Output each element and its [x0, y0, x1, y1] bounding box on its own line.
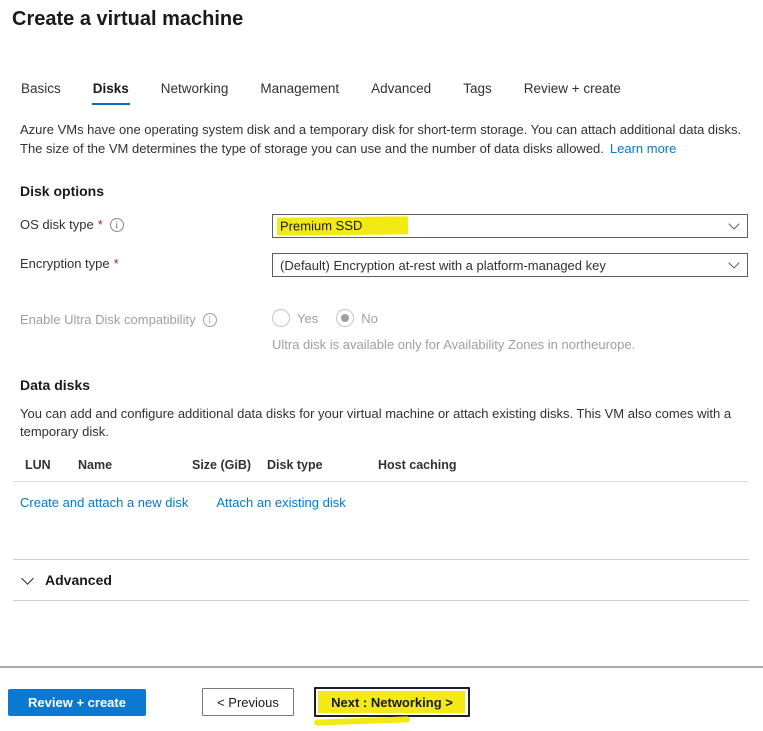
- radio-yes-circle[interactable]: [272, 309, 290, 327]
- radio-no[interactable]: No: [336, 309, 378, 327]
- review-create-button[interactable]: Review + create: [8, 689, 146, 716]
- radio-yes[interactable]: Yes: [272, 309, 318, 327]
- ultra-disk-radio-group: Yes No: [272, 309, 378, 327]
- highlight-smear: [314, 716, 410, 725]
- os-disk-type-row: OS disk type * i Premium SSD: [20, 214, 763, 238]
- radio-no-label: No: [361, 311, 378, 326]
- column-header-size: Size (GiB): [192, 458, 267, 472]
- data-disks-table-header: LUN Name Size (GiB) Disk type Host cachi…: [20, 458, 763, 481]
- table-divider: [13, 481, 749, 482]
- tab-review-create[interactable]: Review + create: [523, 81, 622, 105]
- page-title: Create a virtual machine: [12, 8, 763, 31]
- tab-disks[interactable]: Disks: [92, 81, 130, 105]
- os-disk-type-select[interactable]: Premium SSD: [272, 214, 748, 238]
- next-networking-button[interactable]: Next : Networking >: [314, 687, 470, 717]
- data-disks-links: Create and attach a new disk Attach an e…: [20, 495, 763, 510]
- ultra-disk-row: Enable Ultra Disk compatibility i Yes No: [20, 309, 763, 327]
- previous-button[interactable]: < Previous: [202, 688, 294, 716]
- data-disks-heading: Data disks: [20, 377, 763, 393]
- next-button-label: Next : Networking >: [331, 695, 453, 710]
- encryption-type-row: Encryption type * (Default) Encryption a…: [20, 253, 763, 277]
- tab-bar: Basics Disks Networking Management Advan…: [20, 81, 763, 105]
- tab-advanced[interactable]: Advanced: [370, 81, 432, 105]
- encryption-type-select[interactable]: (Default) Encryption at-rest with a plat…: [272, 253, 748, 277]
- tab-networking[interactable]: Networking: [160, 81, 230, 105]
- footer-button-bar: Review + create < Previous Next : Networ…: [8, 687, 763, 717]
- column-header-disk-type: Disk type: [267, 458, 378, 472]
- encryption-type-label: Encryption type *: [20, 253, 272, 271]
- data-disks-description: You can add and configure additional dat…: [20, 405, 743, 441]
- disk-options-heading: Disk options: [20, 183, 763, 199]
- learn-more-link[interactable]: Learn more: [610, 141, 676, 156]
- encryption-type-value: (Default) Encryption at-rest with a plat…: [280, 258, 606, 273]
- advanced-toggle[interactable]: Advanced: [13, 560, 749, 601]
- info-icon[interactable]: i: [110, 218, 124, 232]
- ultra-disk-label-text: Enable Ultra Disk compatibility: [20, 312, 196, 327]
- footer-divider: [0, 666, 763, 668]
- required-asterisk: *: [98, 217, 103, 232]
- chevron-down-icon: [728, 218, 739, 229]
- create-attach-disk-link[interactable]: Create and attach a new disk: [20, 495, 188, 510]
- radio-yes-label: Yes: [297, 311, 318, 326]
- column-header-lun: LUN: [20, 458, 78, 472]
- required-asterisk: *: [114, 256, 119, 271]
- os-disk-type-value: Premium SSD: [277, 216, 409, 235]
- info-icon[interactable]: i: [203, 313, 217, 327]
- os-disk-type-label-text: OS disk type: [20, 217, 94, 232]
- encryption-type-label-text: Encryption type: [20, 256, 110, 271]
- tab-basics[interactable]: Basics: [20, 81, 62, 105]
- tab-management[interactable]: Management: [259, 81, 340, 105]
- column-header-host-caching: Host caching: [378, 458, 763, 472]
- chevron-down-icon: [728, 257, 739, 268]
- chevron-down-icon: [21, 572, 34, 585]
- intro-text: Azure VMs have one operating system disk…: [20, 120, 743, 158]
- advanced-toggle-label: Advanced: [45, 572, 112, 588]
- ultra-disk-label: Enable Ultra Disk compatibility i: [20, 309, 272, 327]
- tab-tags[interactable]: Tags: [462, 81, 493, 105]
- column-header-name: Name: [78, 458, 192, 472]
- radio-no-circle[interactable]: [336, 309, 354, 327]
- attach-existing-disk-link[interactable]: Attach an existing disk: [216, 495, 345, 510]
- ultra-disk-helper-text: Ultra disk is available only for Availab…: [272, 337, 763, 352]
- os-disk-type-label: OS disk type * i: [20, 214, 272, 232]
